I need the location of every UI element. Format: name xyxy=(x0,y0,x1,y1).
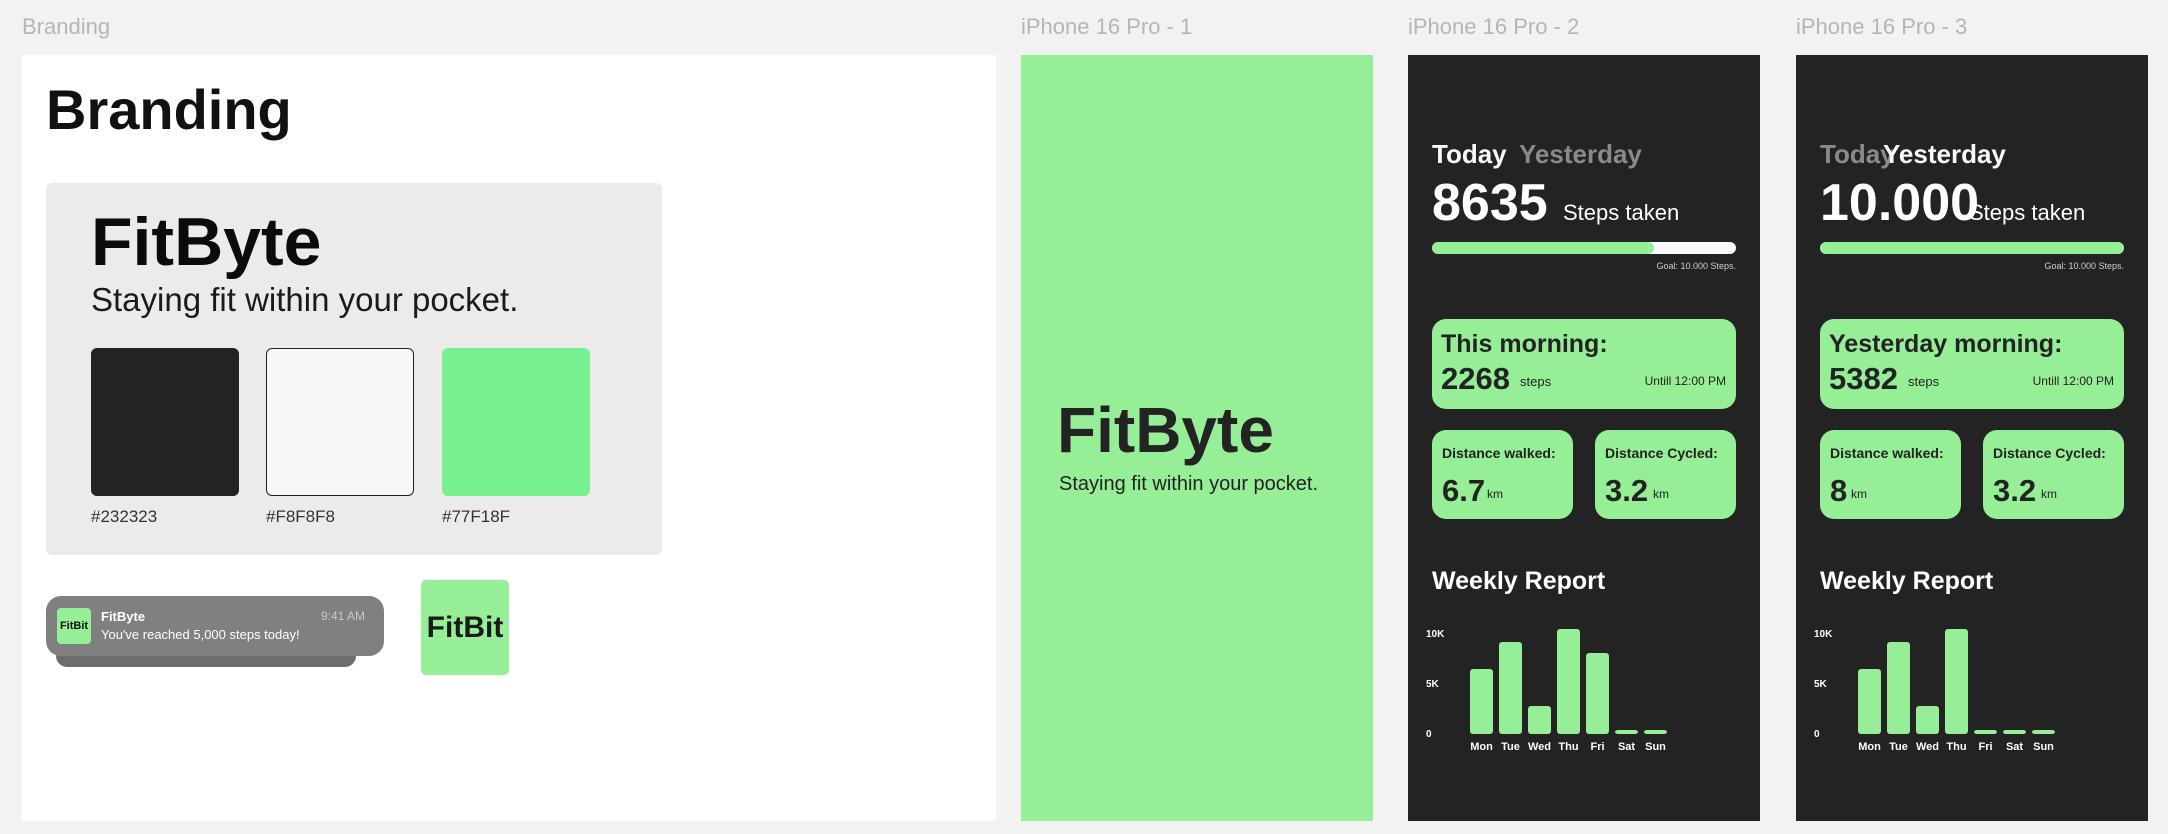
bar-sat xyxy=(2003,730,2026,734)
swatch-label-light: #F8F8F8 xyxy=(266,507,335,526)
frame-label-phone-3: iPhone 16 Pro - 3 xyxy=(1796,14,1968,39)
brand-card: FitByte Staying fit within your pocket. … xyxy=(46,183,662,555)
y-tick-label: 10K xyxy=(1426,629,1445,640)
y-tick-label: 5K xyxy=(1814,679,1828,690)
branding-title: Branding xyxy=(46,78,292,141)
color-swatch-accent xyxy=(442,348,590,496)
y-tick-label: 5K xyxy=(1426,679,1440,690)
notification-banner[interactable]: FitBit FitByte 9:41 AM You've reached 5,… xyxy=(46,596,384,656)
today-screen: Today Yesterday 8635 Steps taken Goal: 1… xyxy=(1408,55,1760,821)
x-tick-label: Sat xyxy=(2006,741,2023,753)
bar-mon xyxy=(1858,669,1881,734)
bar-sun xyxy=(2032,730,2055,734)
notification-message: You've reached 5,000 steps today! xyxy=(101,627,300,642)
x-tick-label: Thu xyxy=(1558,741,1578,753)
bar-mon xyxy=(1470,669,1493,734)
x-tick-label: Sun xyxy=(2033,741,2054,753)
bar-wed xyxy=(1916,706,1939,734)
brand-tagline: Staying fit within your pocket. xyxy=(91,281,519,318)
swatch-label-accent: #77F18F xyxy=(442,507,511,526)
x-tick-label: Sun xyxy=(1645,741,1666,753)
bar-tue xyxy=(1499,642,1522,734)
frame-label-phone-1: iPhone 16 Pro - 1 xyxy=(1021,14,1193,39)
x-tick-label: Mon xyxy=(1858,741,1881,753)
x-tick-label: Tue xyxy=(1501,741,1520,753)
x-tick-label: Thu xyxy=(1946,741,1966,753)
bar-tue xyxy=(1887,642,1910,734)
bar-wed xyxy=(1528,706,1551,734)
frame-label-branding: Branding xyxy=(22,14,111,39)
splash-tagline: Staying fit within your pocket. xyxy=(1059,473,1319,495)
brand-name: FitByte xyxy=(91,204,322,280)
bar-sun xyxy=(1644,730,1667,734)
frame-label-phone-2: iPhone 16 Pro - 2 xyxy=(1408,14,1580,39)
splash-brand-name: FitByte xyxy=(1057,394,1274,466)
color-swatch-light xyxy=(266,348,414,496)
bar-thu xyxy=(1557,629,1580,734)
bar-fri xyxy=(1974,730,1997,734)
color-swatch-dark xyxy=(91,348,239,496)
x-tick-label: Mon xyxy=(1470,741,1493,753)
x-tick-label: Fri xyxy=(1978,741,1992,753)
x-tick-label: Wed xyxy=(1528,741,1551,753)
y-tick-label: 0 xyxy=(1426,729,1432,740)
x-tick-label: Wed xyxy=(1916,741,1939,753)
x-tick-label: Sat xyxy=(1618,741,1635,753)
weekly-bar-chart: 0 5K 10K Mon Tue Wed Thu Fri Sat Sun xyxy=(1426,629,1667,753)
bar-thu xyxy=(1945,629,1968,734)
x-tick-label: Tue xyxy=(1889,741,1908,753)
notification-app-name: FitByte xyxy=(101,609,146,624)
app-icon[interactable]: FitBit xyxy=(421,580,509,675)
bar-sat xyxy=(1615,730,1638,734)
notification-app-icon: FitBit xyxy=(57,608,91,644)
y-tick-label: 0 xyxy=(1814,729,1820,740)
yesterday-screen: Today Yesterday 10.000 Steps taken Goal:… xyxy=(1796,55,2148,821)
branding-frame: Branding FitByte Staying fit within your… xyxy=(22,55,996,821)
splash-screen: FitByte Staying fit within your pocket. xyxy=(1021,55,1373,821)
x-tick-label: Fri xyxy=(1590,741,1604,753)
bar-fri xyxy=(1586,653,1609,734)
weekly-bar-chart: 0 5K 10K Mon Tue Wed Thu Fri Sat Sun xyxy=(1814,629,2055,753)
swatch-label-dark: #232323 xyxy=(91,507,158,526)
y-tick-label: 10K xyxy=(1814,629,1833,640)
notification-time: 9:41 AM xyxy=(320,609,365,623)
